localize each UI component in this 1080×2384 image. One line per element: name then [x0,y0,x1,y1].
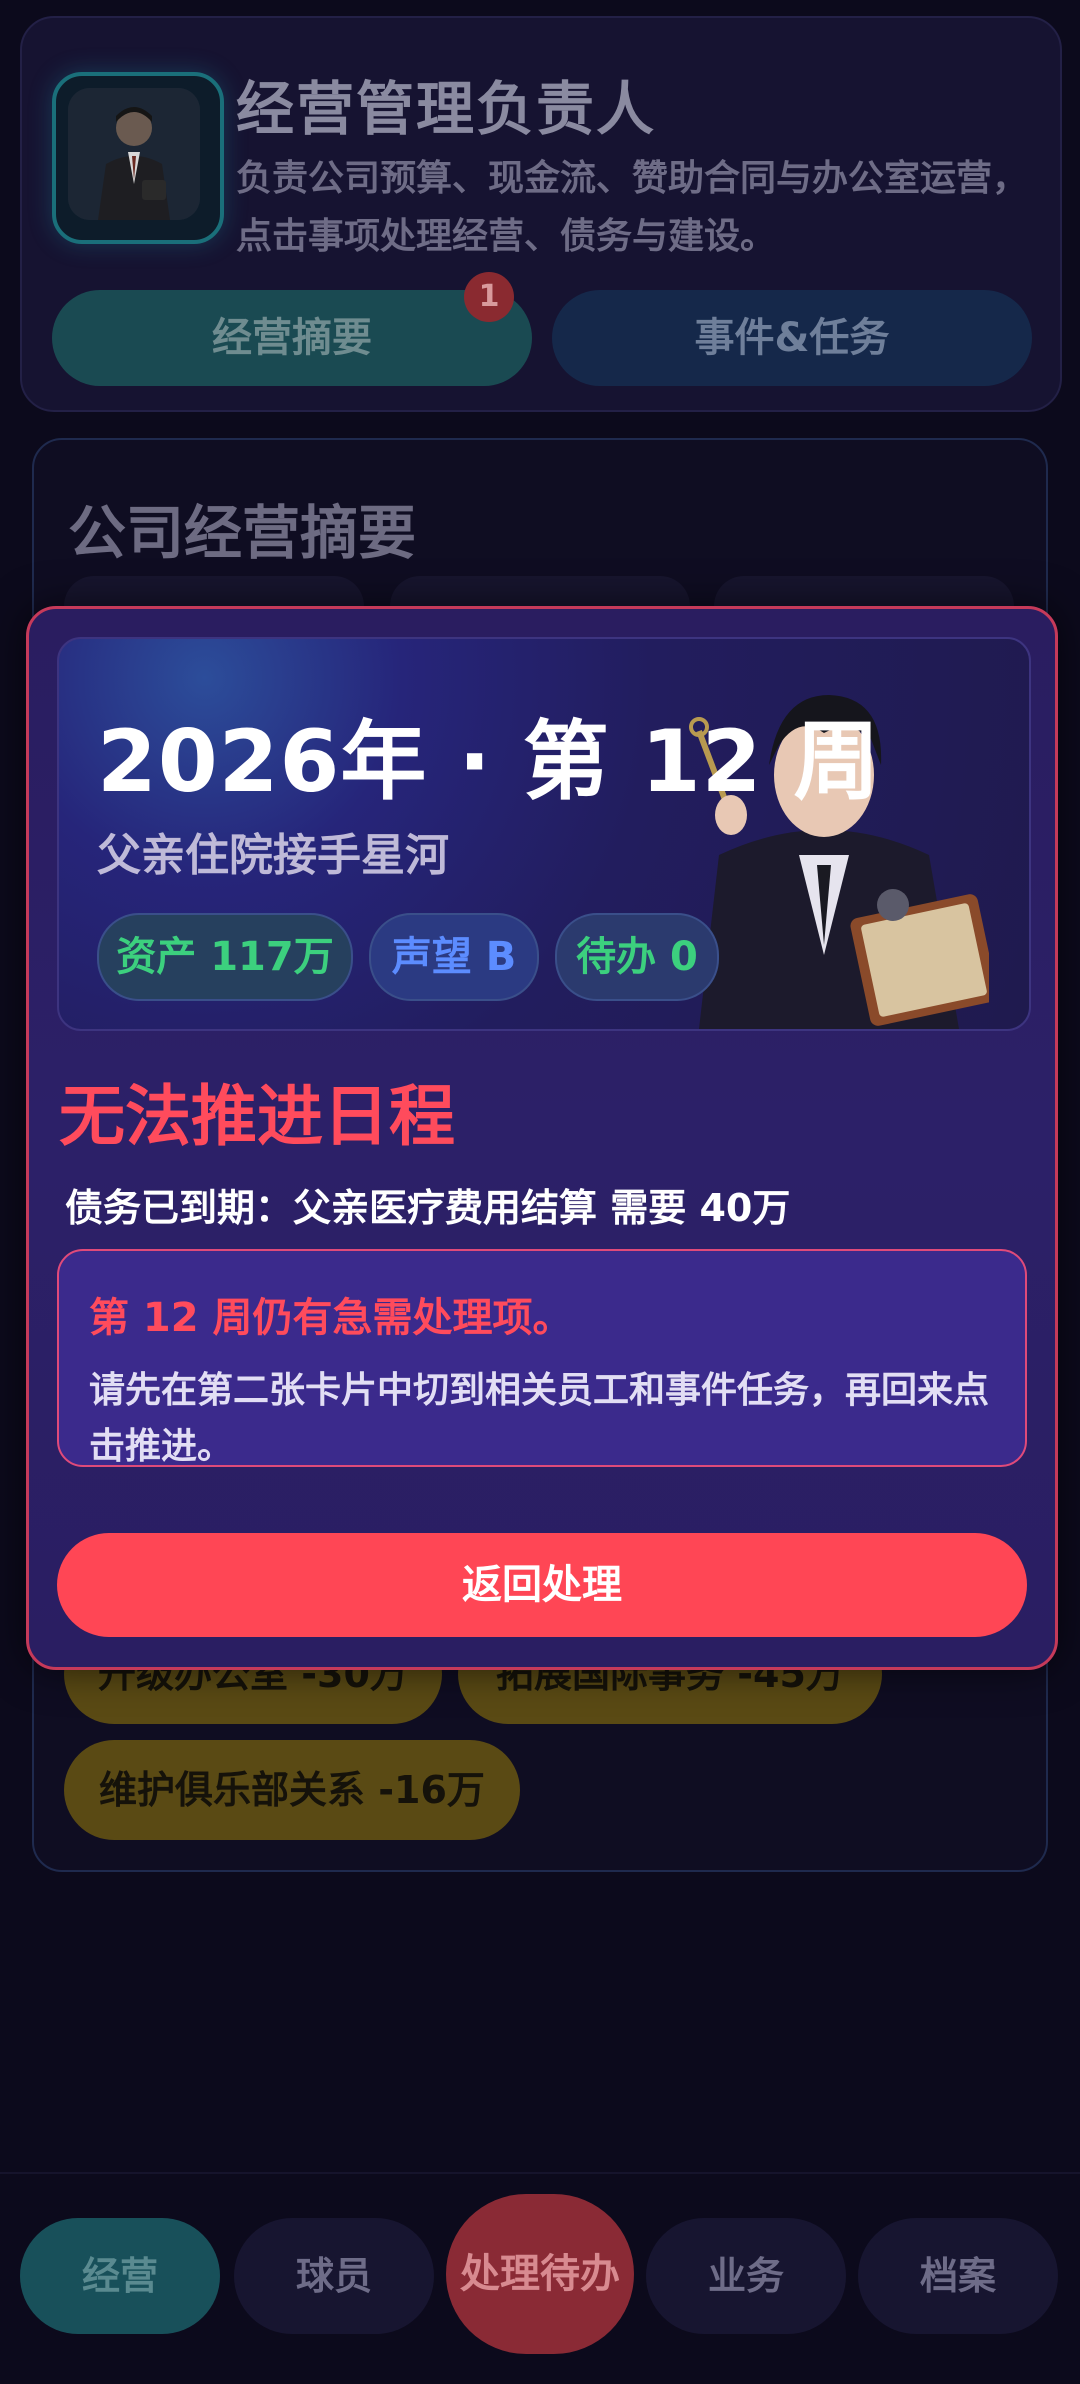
nav-business[interactable]: 经营 [20,2218,220,2334]
week-hero-card: 2026年 · 第 12 周 父亲住院接手星河 资产 117万 声望 B 待办 … [57,637,1031,1031]
back-to-handle-button[interactable]: 返回处理 [57,1533,1027,1637]
avatar[interactable] [52,72,224,244]
tab-business-summary[interactable]: 经营摘要 [52,290,532,386]
summary-title: 公司经营摘要 [68,499,417,567]
notification-badge: 1 [464,272,514,322]
avatar-portrait-icon [68,88,200,220]
nav-operations[interactable]: 业务 [646,2218,846,2334]
alert-title: 第 12 周仍有急需处理项。 [89,1295,573,1341]
nav-handle-todo[interactable]: 处理待办 [446,2194,634,2354]
action-pill-club-relations[interactable]: 维护俱乐部关系 -16万 [64,1740,520,1840]
role-title: 经营管理负责人 [236,75,657,143]
tab-events-tasks[interactable]: 事件&任务 [552,290,1032,386]
week-subtitle: 父亲住院接手星河 [97,830,449,881]
reputation-chip: 声望 B [369,913,539,1001]
assets-chip: 资产 117万 [97,913,353,1001]
advance-blocked-modal: 2026年 · 第 12 周 父亲住院接手星河 资产 117万 声望 B 待办 … [26,606,1058,1670]
nav-players[interactable]: 球员 [234,2218,434,2334]
role-header-card: 经营管理负责人 负责公司预算、现金流、赞助合同与办公室运营，点击事项处理经营、债… [20,16,1062,412]
todo-chip: 待办 0 [555,913,719,1001]
alert-body: 请先在第二张卡片中切到相关员工和事件任务，再回来点击推进。 [89,1370,990,1467]
bottom-nav: 经营 球员 处理待办 业务 档案 [0,2172,1080,2384]
nav-archive[interactable]: 档案 [858,2218,1058,2334]
debt-due-message: 债务已到期：父亲医疗费用结算 需要 40万 [65,1186,791,1230]
week-title: 2026年 · 第 12 周 [97,712,881,812]
urgent-items-alert: 第 12 周仍有急需处理项。 请先在第二张卡片中切到相关员工和事件任务，再回来点… [57,1249,1027,1467]
cannot-advance-title: 无法推进日程 [59,1078,455,1155]
role-description: 负责公司预算、现金流、赞助合同与办公室运营，点击事项处理经营、债务与建设。 [236,158,1029,257]
